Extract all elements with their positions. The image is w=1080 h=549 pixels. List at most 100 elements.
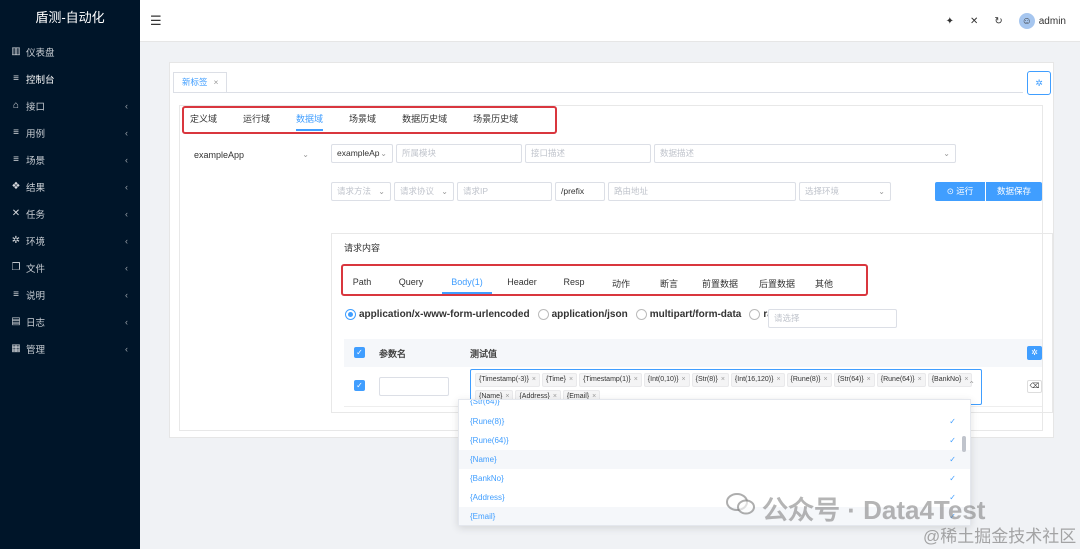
app-input[interactable]: exampleAp ⌄ [331, 144, 393, 163]
value-tag[interactable]: {Timestamp(1)} × [579, 373, 642, 387]
save-button[interactable]: 数据保存 [986, 182, 1042, 201]
check-icon: ✓ [949, 474, 956, 483]
radio-content-type-2[interactable]: multipart/form-data [635, 309, 741, 320]
list-icon: ≡ [13, 73, 19, 84]
data-desc-placeholder: 数据描述 [660, 148, 695, 158]
tag-label: {Str(8)} [695, 376, 718, 383]
value-tag[interactable]: {Timestamp(-3)} × [475, 373, 541, 387]
settings-button[interactable]: ✲ [1027, 71, 1051, 95]
close-icon[interactable]: × [569, 376, 573, 383]
radio-dot [635, 309, 647, 320]
value-tag[interactable]: {Str(64)} × [833, 373, 875, 387]
menu-toggle-icon[interactable]: ☰ [150, 13, 162, 29]
close-icon[interactable]: × [532, 376, 536, 383]
option-label: {Email} [470, 512, 496, 521]
value-tag[interactable]: {Time} × [542, 373, 578, 387]
close-icon[interactable]: × [682, 376, 686, 383]
option-label: {Address} [470, 493, 505, 502]
sidebar-item-6[interactable]: ✕ 任务 ‹ [0, 200, 140, 227]
sidebar-item-2[interactable]: ⌂ 接口 ‹ [0, 92, 140, 119]
request-title: 请求内容 [344, 243, 381, 253]
row-checkbox[interactable]: ✓ [354, 380, 365, 391]
env-select[interactable]: 选择环境 ⌄ [799, 182, 891, 201]
dropdown-option[interactable]: {Str(64)} [459, 400, 970, 412]
close-icon[interactable]: × [634, 376, 638, 383]
chevron-down-icon: ⌄ [441, 187, 448, 196]
fullscreen-icon[interactable]: ✕ [970, 16, 978, 27]
sidebar-item-0[interactable]: ▥ 仪表盘 [0, 38, 140, 65]
sidebar-item-10[interactable]: ▤ 日志 ‹ [0, 308, 140, 335]
close-icon[interactable]: × [824, 376, 828, 383]
delete-row-icon[interactable]: ⌫ [1027, 380, 1042, 393]
value-tag[interactable]: {Rune(64)} × [876, 373, 926, 387]
path-input[interactable]: 路由地址 [608, 182, 796, 201]
scrollbar[interactable] [962, 436, 966, 452]
refresh-icon[interactable]: ↻ [994, 16, 1002, 27]
radio-content-type-1[interactable]: application/json [537, 309, 628, 320]
close-icon[interactable]: × [776, 376, 780, 383]
dropdown-option[interactable]: {Name} ✓ [459, 450, 970, 469]
value-tag[interactable]: {Str(8)} × [691, 373, 729, 387]
data-desc-input[interactable]: 数据描述 ⌄ [654, 144, 956, 163]
raw-type-select[interactable]: 请选择 [768, 309, 897, 328]
avatar[interactable]: ☺ [1018, 13, 1035, 29]
close-icon[interactable]: × [214, 77, 219, 87]
dropdown-option[interactable]: {BankNo} ✓ [459, 469, 970, 488]
select-all-checkbox[interactable]: ✓ [354, 347, 365, 358]
api-desc-input[interactable]: 接口描述 [525, 144, 651, 163]
option-label: {Str(64)} [470, 400, 500, 406]
sidebar-item-4[interactable]: ≡ 场景 ‹ [0, 146, 140, 173]
sidebar-item-7[interactable]: ✲ 环境 ‹ [0, 227, 140, 254]
protocol-placeholder: 请求协议 [400, 186, 435, 196]
app-select[interactable]: exampleApp ⌄ [194, 150, 309, 160]
chevron-left-icon: ‹ [125, 100, 128, 111]
run-button[interactable]: ⊙ 运行 [935, 182, 985, 201]
param-name-input[interactable] [379, 377, 449, 396]
method-placeholder: 请求方法 [337, 186, 372, 196]
sidebar-item-9[interactable]: ≡ 说明 ‹ [0, 281, 140, 308]
close-icon[interactable]: × [918, 376, 922, 383]
value-tag[interactable]: {Int(0,10)} × [643, 373, 690, 387]
table-header: ✓ 参数名 测试值 ✲ [344, 339, 1042, 367]
add-row-icon[interactable]: ✲ [1027, 346, 1042, 360]
prefix-input[interactable]: /prefix [555, 182, 605, 201]
chevron-left-icon: ‹ [125, 343, 128, 354]
sidebar-item-label: 任务 [26, 209, 46, 221]
table-icon: ▦ [11, 343, 21, 354]
col-param-name: 参数名 [379, 348, 407, 359]
sidebar-item-8[interactable]: ❐ 文件 ‹ [0, 254, 140, 281]
tag-label: {BankNo} [931, 376, 962, 383]
sidebar-item-11[interactable]: ▦ 管理 ‹ [0, 335, 140, 362]
close-icon[interactable]: × [721, 376, 725, 383]
user-name[interactable]: admin [1039, 16, 1066, 27]
list-icon: ≡ [13, 154, 19, 165]
method-select[interactable]: 请求方法 ⌄ [331, 182, 391, 201]
sidebar-item-3[interactable]: ≡ 用例 ‹ [0, 119, 140, 146]
module-input[interactable]: 所属模块 [396, 144, 522, 163]
tag-label: {Time} [546, 376, 566, 383]
option-label: {Rune(8)} [470, 417, 505, 426]
dropdown-option[interactable]: {Rune(64)} ✓ [459, 431, 970, 450]
tag-label: {Int(0,10)} [647, 376, 679, 383]
sidebar-item-1[interactable]: ≡ 控制台 [0, 65, 140, 92]
tab-new[interactable]: 新标签 × [173, 72, 228, 93]
close-icon[interactable]: × [867, 376, 871, 383]
ip-input[interactable]: 请求IP [457, 182, 552, 201]
radio-content-type-0[interactable]: application/x-www-form-urlencoded [345, 309, 530, 320]
value-tag[interactable]: {Int(16,120)} × [730, 373, 785, 387]
dropdown-option[interactable]: {Rune(8)} ✓ [459, 412, 970, 431]
sidebar-item-label: 场景 [26, 155, 46, 167]
pin-icon[interactable]: ✦ [946, 16, 954, 27]
tag-label: {Rune(8)} [790, 376, 821, 383]
param-table: ✓ 参数名 测试值 ✲ ✓ ⌃ {Timestamp(-3)} × {Time} ×{… [344, 339, 1042, 407]
protocol-select[interactable]: 请求协议 ⌄ [394, 182, 454, 201]
watermark-sub: @稀土掘金技术社区 [923, 527, 1077, 546]
value-tag[interactable]: {BankNo} × [927, 373, 973, 387]
sidebar: 盾测-自动化 ▥ 仪表盘 ≡ 控制台 ⌂ 接口 ‹ ≡ 用例 ‹ ≡ 场景 ‹ ❖ 结果 ‹ ✕ 任务 ‹ ✲ 环境 ‹ ❐… [0, 0, 140, 549]
chevron-down-icon: ⌄ [302, 150, 309, 159]
sidebar-item-5[interactable]: ❖ 结果 ‹ [0, 173, 140, 200]
main-panel: 新标签 × ✲ 定义域 运行域 数据域 场景域 数据历史域 场景历史域 exampleApp… [169, 62, 1054, 438]
value-tag[interactable]: {Rune(8)} × [786, 373, 832, 387]
radio-dot [749, 309, 761, 320]
radio-label: application/x-www-form-urlencoded [359, 309, 530, 320]
